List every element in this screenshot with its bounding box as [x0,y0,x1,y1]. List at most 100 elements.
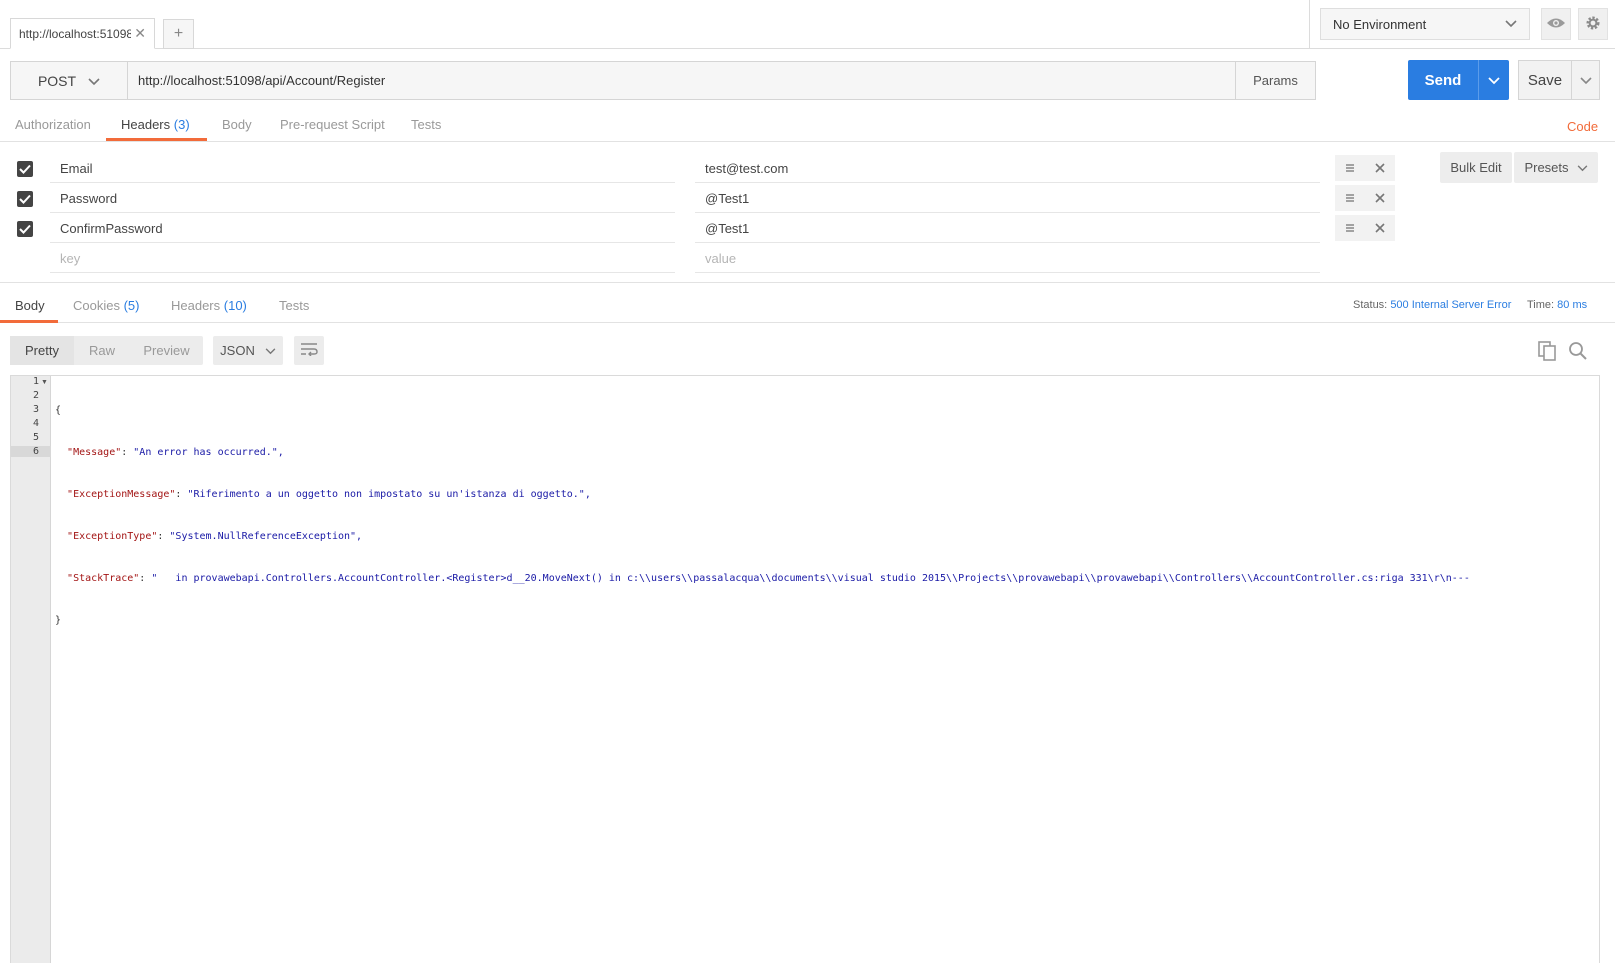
header-value-field[interactable]: test@test.com [695,154,1320,183]
header-value-field[interactable]: @Test1 [695,184,1320,213]
raw-button[interactable]: Raw [74,336,130,365]
save-dropdown-button[interactable] [1571,61,1599,99]
code-line: "Message": "An error has occurred.", [67,447,284,458]
header-row: Email test@test.com [0,154,1400,184]
close-icon[interactable] [1375,191,1385,206]
wrap-lines-icon [300,342,318,359]
line-number: 2 [32,390,39,401]
method-select[interactable]: POST [11,62,128,99]
tab-headers[interactable]: Headers (3) [121,117,190,132]
tab-response-headers-count: (10) [223,298,247,313]
search-icon[interactable] [1568,341,1588,364]
gear-icon [1584,14,1602,35]
header-key-field[interactable]: Password [50,184,675,213]
response-status: Status: 500 Internal Server Error [1353,299,1511,311]
checkbox-checked-icon[interactable] [17,161,33,177]
format-label: JSON [220,343,255,358]
code-line: { [55,404,1595,418]
header-value-placeholder[interactable]: value [695,244,1320,273]
line-number: 5 [32,432,39,443]
wrap-lines-button[interactable] [294,336,324,365]
divider [1309,0,1310,48]
status-value: 500 Internal Server Error [1390,299,1512,311]
tab-cookies-count: (5) [123,298,140,313]
code-line: "StackTrace": " in provawebapi.Controlle… [67,573,1476,584]
fold-arrow-icon[interactable]: ▼ [41,379,48,386]
row-actions [1335,215,1395,241]
bulk-edit-button[interactable]: Bulk Edit [1440,152,1512,183]
json-value: " in provawebapi.Controllers.AccountCont… [151,573,1476,584]
header-key-placeholder[interactable]: key [50,244,675,273]
request-tab[interactable]: http://localhost:51098 ✕ [10,18,155,49]
tab-response-body[interactable]: Body [15,298,45,313]
chevron-down-icon [265,343,276,358]
presets-button[interactable]: Presets [1514,152,1598,183]
chevron-down-icon [1577,160,1588,175]
params-button[interactable]: Params [1235,62,1315,99]
header-key-field[interactable]: ConfirmPassword [50,214,675,243]
response-time: Time: 80 ms [1527,299,1587,311]
send-button[interactable]: Send [1408,60,1509,100]
close-icon[interactable]: ✕ [134,25,146,42]
status-label: Status: [1353,299,1388,311]
save-button[interactable]: Save [1518,60,1600,100]
close-icon[interactable] [1375,161,1385,176]
line-number-gutter: 1 ▼ 2 3 4 5 6 [11,376,51,963]
line-number: 4 [32,418,39,429]
tab-body[interactable]: Body [222,117,252,132]
close-icon[interactable] [1375,221,1385,236]
tab-authorization[interactable]: Authorization [15,117,91,132]
tab-tests[interactable]: Tests [411,117,441,132]
drag-handle-icon[interactable] [1345,191,1355,206]
json-key: "ExceptionMessage" [67,489,176,500]
json-code: { "Message": "An error has occurred.", "… [55,376,1595,656]
checkbox-checked-icon[interactable] [17,191,33,207]
drag-handle-icon[interactable] [1345,221,1355,236]
send-label: Send [1424,71,1462,89]
tab-cookies-label: Cookies [73,298,120,313]
chevron-down-icon [1488,73,1500,88]
request-tab-label: http://localhost:51098 [19,26,131,41]
url-input[interactable] [128,62,1235,99]
line-number: 1 [32,376,39,387]
json-brace: } [55,615,62,626]
manage-environments-button[interactable] [1578,8,1608,40]
generate-code-link[interactable]: Code [1567,119,1598,134]
checkbox-checked-icon[interactable] [17,221,33,237]
chevron-down-icon [88,73,100,89]
send-dropdown-button[interactable] [1478,60,1509,100]
tab-cookies[interactable]: Cookies (5) [73,298,139,313]
code-line: "ExceptionType": "System.NullReferenceEx… [67,531,363,542]
preview-button[interactable]: Preview [130,336,203,365]
tab-response-tests[interactable]: Tests [279,298,309,313]
chevron-down-icon [1579,73,1592,88]
tab-response-headers[interactable]: Headers (10) [171,298,247,313]
json-value: "System.NullReferenceException", [169,531,363,542]
json-key: "Message" [67,447,122,458]
row-actions [1335,155,1395,181]
tab-pre-request-script[interactable]: Pre-request Script [280,117,385,132]
time-value: 80 ms [1557,299,1588,311]
environment-quick-look-button[interactable] [1541,8,1571,40]
response-body-editor[interactable]: 1 ▼ 2 3 4 5 6 { "Message": "An error has… [10,375,1600,963]
json-key: "ExceptionType" [67,531,158,542]
format-select[interactable]: JSON [213,336,283,365]
drag-handle-icon[interactable] [1345,161,1355,176]
row-actions [1335,185,1395,211]
method-label: POST [37,72,77,89]
new-tab-button[interactable]: + [163,19,194,49]
environment-select[interactable]: No Environment [1320,8,1530,40]
pretty-button[interactable]: Pretty [10,336,74,365]
code-line: } [55,614,1595,628]
environment-label: No Environment [1333,16,1427,32]
header-key-field[interactable]: Email [50,154,675,183]
tab-headers-label: Headers [121,117,171,132]
json-value: "An error has occurred.", [133,447,284,458]
tab-bar: http://localhost:51098 ✕ + No Environmen… [0,0,1615,49]
header-row-new: key value [0,244,1400,274]
line-number: 3 [32,404,39,415]
copy-icon[interactable] [1538,341,1556,364]
json-key: "StackTrace" [67,573,140,584]
header-value-field[interactable]: @Test1 [695,214,1320,243]
view-mode-group: Pretty Raw Preview [10,336,203,365]
